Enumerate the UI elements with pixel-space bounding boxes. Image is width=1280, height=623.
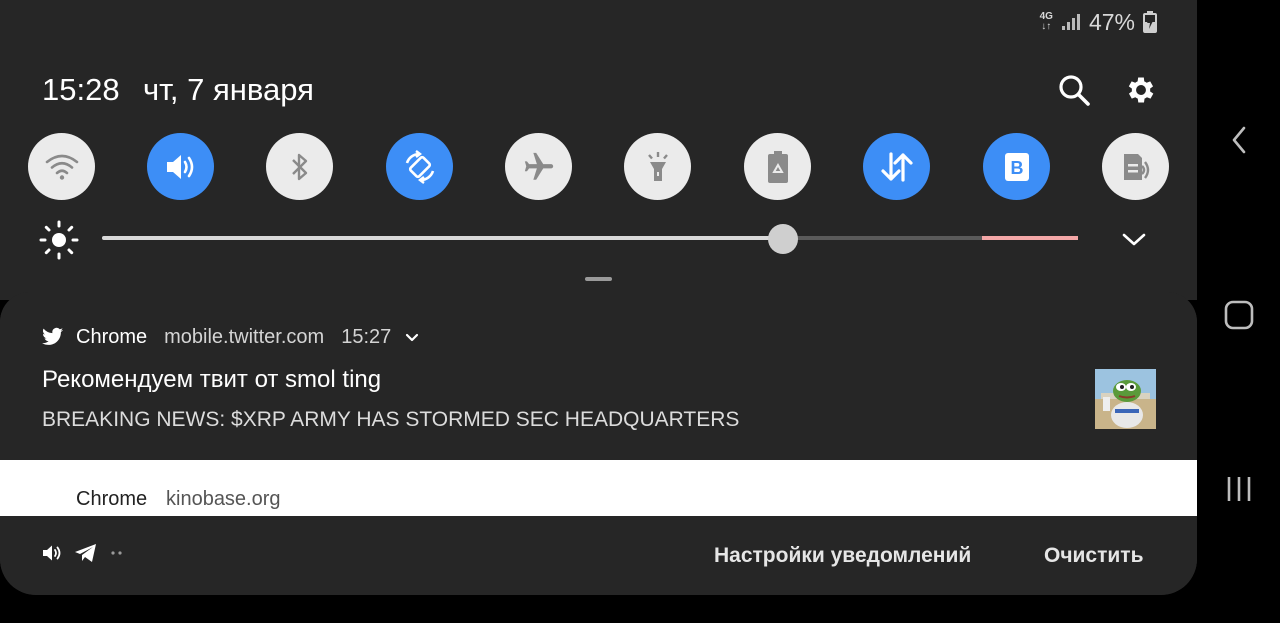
notification-settings-button[interactable]: Настройки уведомлений [714, 544, 971, 568]
toggle-sound[interactable] [147, 133, 214, 200]
battery-saver-icon [767, 150, 788, 183]
volume-icon [166, 154, 193, 179]
toggle-bluetooth[interactable] [266, 133, 333, 200]
brightness-slider-thumb[interactable] [768, 224, 798, 254]
toggle-nfc[interactable] [1102, 133, 1169, 200]
toggle-mobile-data[interactable] [863, 133, 930, 200]
brightness-slider-fill [102, 236, 783, 240]
quick-toggles-row: B [28, 133, 1170, 200]
notification-text: BREAKING NEWS: $XRP ARMY HAS STORMED SEC… [42, 408, 740, 431]
brightness-high-zone [982, 236, 1078, 240]
search-icon [1059, 75, 1090, 106]
clear-button[interactable]: Очистить [1044, 544, 1144, 568]
footer-app-icons [42, 543, 124, 563]
toggle-auto-rotate[interactable] [386, 133, 453, 200]
airplane-icon [524, 152, 553, 180]
home-icon [1224, 300, 1254, 330]
rotate-icon [405, 149, 434, 184]
chevron-down-icon[interactable] [1120, 226, 1148, 252]
battery-charging-icon [1143, 11, 1157, 33]
signal-icon [1061, 14, 1080, 30]
svg-text:B: B [1010, 158, 1023, 178]
battery-percent: 47% [1088, 8, 1135, 35]
brightness-slider-track[interactable] [102, 236, 1078, 240]
toggle-bixby[interactable]: B [983, 133, 1050, 200]
twitter-bird-icon [42, 327, 64, 345]
notification-source: kinobase.org [166, 488, 281, 510]
notification-shade: 4G ↓↑ 47% 15:28 чт, 7 января B Chrome mo… [0, 0, 1197, 623]
notifications-footer: Настройки уведомлений Очистить [0, 516, 1197, 595]
volume-icon [43, 545, 61, 561]
toggle-flashlight[interactable] [624, 133, 691, 200]
notification-app-name: Chrome [76, 488, 148, 510]
bluetooth-icon [291, 153, 307, 180]
notifications-area: Chrome mobile.twitter.com 15:27 Рекоменд… [0, 292, 1197, 595]
toggle-airplane[interactable] [505, 133, 572, 200]
settings-button[interactable] [1121, 70, 1161, 110]
chevron-down-icon[interactable] [403, 328, 421, 346]
telegram-icon [75, 544, 96, 562]
home-button[interactable] [1221, 297, 1257, 333]
search-button[interactable] [1054, 70, 1094, 110]
notification-time: 15:27 [341, 325, 392, 348]
notification-thumbnail [1095, 369, 1156, 429]
back-icon [1232, 126, 1246, 154]
notification-card-collapsed[interactable]: Chrome kinobase.org [0, 460, 1197, 516]
notification-title: Рекомендуем твит от smol ting [42, 366, 382, 393]
clock: 15:28 [42, 72, 120, 107]
sun-icon [39, 220, 79, 260]
back-button[interactable] [1221, 122, 1257, 158]
notification-source: mobile.twitter.com [164, 325, 325, 348]
status-bar: 4G ↓↑ 47% [1040, 8, 1157, 36]
pepe-avatar-image [1095, 369, 1156, 429]
notification-app-name: Chrome [76, 325, 148, 348]
navigation-bar [1197, 0, 1280, 623]
toggle-power-saving[interactable] [744, 133, 811, 200]
notification-card[interactable]: Chrome mobile.twitter.com 15:27 Рекоменд… [0, 292, 1197, 460]
flashlight-icon [647, 151, 668, 181]
date: чт, 7 января [143, 72, 314, 107]
bixby-icon: B [1004, 152, 1029, 181]
data-transfer-icon [880, 151, 913, 182]
network-indicator: 4G ↓↑ [1039, 11, 1053, 32]
more-dots-icon [111, 551, 122, 555]
recents-button[interactable] [1221, 471, 1257, 507]
quick-settings-panel: 4G ↓↑ 47% 15:28 чт, 7 января B [0, 0, 1197, 300]
wifi-icon [45, 154, 78, 180]
nfc-icon [1123, 153, 1149, 180]
toggle-wifi[interactable] [28, 133, 95, 200]
recents-icon [1227, 477, 1251, 501]
gear-icon [1128, 77, 1154, 103]
notification-header: Chrome mobile.twitter.com 15:27 [42, 324, 421, 350]
drag-handle[interactable] [585, 277, 612, 281]
